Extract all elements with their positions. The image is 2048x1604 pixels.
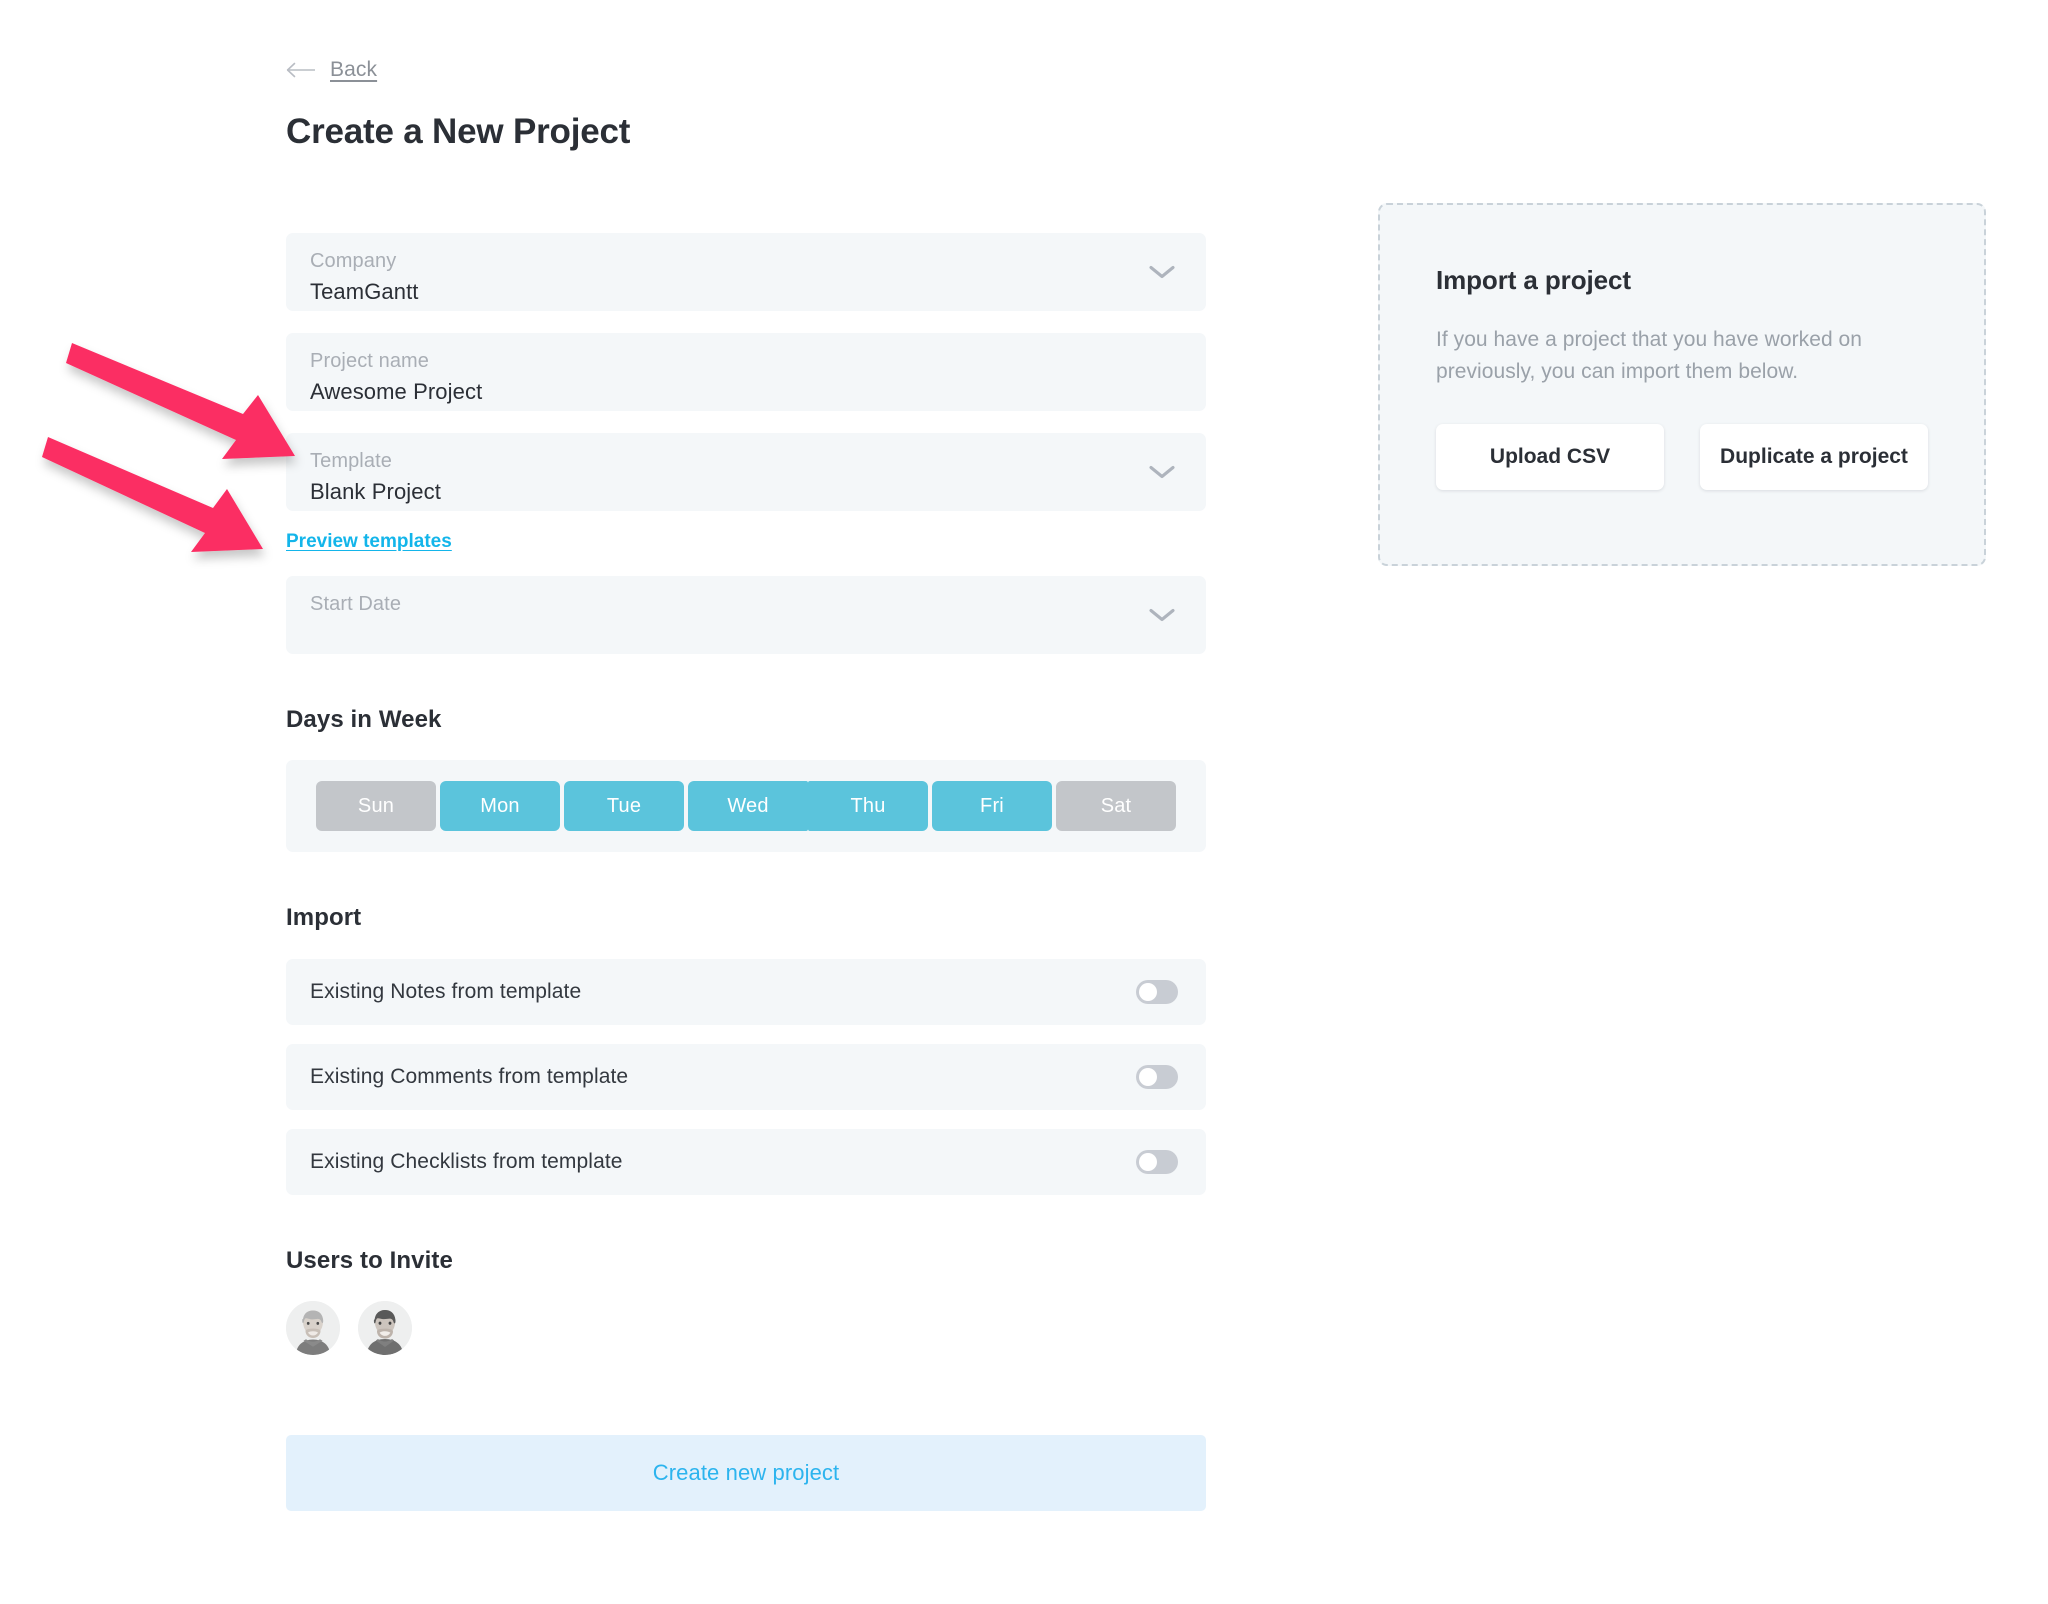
import-notes-row: Existing Notes from template <box>286 959 1206 1025</box>
arrow-pointing-to-preview-templates-link <box>42 437 263 552</box>
import-checklists-row: Existing Checklists from template <box>286 1129 1206 1195</box>
duplicate-a-project-button[interactable]: Duplicate a project <box>1700 423 1928 490</box>
import-checklists-label: Existing Checklists from template <box>310 1150 623 1173</box>
template-select[interactable]: Template Blank Project <box>286 433 1206 511</box>
chevron-down-icon <box>1149 465 1175 479</box>
template-label: Template <box>310 450 392 472</box>
preview-templates-link[interactable]: Preview templates <box>286 531 452 553</box>
avatar-user-1[interactable] <box>286 1301 340 1355</box>
page-title: Create a New Project <box>286 112 631 151</box>
users-to-invite-heading: Users to Invite <box>286 1247 453 1274</box>
upload-csv-button[interactable]: Upload CSV <box>1436 423 1664 490</box>
toggle-knob <box>1139 1068 1157 1086</box>
import-checklists-toggle[interactable] <box>1136 1150 1178 1174</box>
project-name-label: Project name <box>310 350 430 372</box>
import-panel-title: Import a project <box>1436 265 1631 295</box>
create-new-project-button[interactable]: Create new project <box>286 1435 1206 1511</box>
import-notes-label: Existing Notes from template <box>310 980 582 1003</box>
days-in-week-heading: Days in Week <box>286 706 442 733</box>
chevron-down-icon <box>1149 265 1175 279</box>
back-label: Back <box>330 58 378 81</box>
day-toggle-tue[interactable]: Tue <box>564 781 684 831</box>
toggle-knob <box>1139 1153 1157 1171</box>
import-notes-toggle[interactable] <box>1136 980 1178 1004</box>
day-toggle-sat[interactable]: Sat <box>1056 781 1176 831</box>
project-name-value: Awesome Project <box>310 379 483 404</box>
days-in-week-selector: Sun Mon Tue Wed Thu Fri Sat <box>286 760 1206 852</box>
start-date-label: Start Date <box>310 593 402 615</box>
import-heading: Import <box>286 904 362 931</box>
company-value: TeamGantt <box>310 279 419 304</box>
day-toggle-wed[interactable]: Wed <box>688 781 808 831</box>
import-comments-label: Existing Comments from template <box>310 1065 629 1088</box>
import-a-project-panel: Import a project If you have a project t… <box>1378 203 1986 566</box>
day-toggle-fri[interactable]: Fri <box>932 781 1052 831</box>
back-button[interactable]: Back <box>286 56 377 84</box>
toggle-knob <box>1139 983 1157 1001</box>
main-form-column: Back Create a New Project Company TeamGa… <box>286 0 1206 1511</box>
create-project-page: Back Create a New Project Company TeamGa… <box>0 0 2048 1604</box>
template-value: Blank Project <box>310 479 441 504</box>
arrow-pointing-to-template-field <box>66 343 295 459</box>
arrow-left-icon <box>286 62 315 78</box>
company-label: Company <box>310 250 397 272</box>
day-toggle-mon[interactable]: Mon <box>440 781 560 831</box>
import-panel-actions: Upload CSV Duplicate a project <box>1436 423 1928 490</box>
avatar-user-2[interactable] <box>358 1301 412 1355</box>
avatar-image <box>358 1301 412 1355</box>
users-to-invite-list <box>286 1301 1206 1355</box>
day-toggle-sun[interactable]: Sun <box>316 781 436 831</box>
start-date-select[interactable]: Start Date <box>286 576 1206 654</box>
import-comments-row: Existing Comments from template <box>286 1044 1206 1110</box>
chevron-down-icon <box>1149 608 1175 622</box>
import-comments-toggle[interactable] <box>1136 1065 1178 1089</box>
day-toggle-thu[interactable]: Thu <box>808 781 928 831</box>
company-select[interactable]: Company TeamGantt <box>286 233 1206 311</box>
avatar-image <box>286 1301 340 1355</box>
import-panel-description: If you have a project that you have work… <box>1436 328 1863 383</box>
project-name-input[interactable]: Project name Awesome Project <box>286 333 1206 411</box>
